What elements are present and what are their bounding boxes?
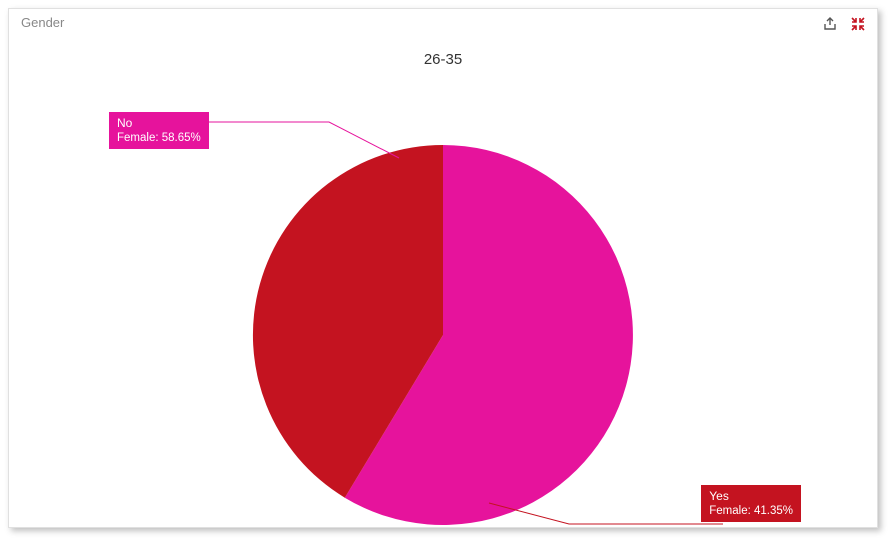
chart-card: Gender 26-35 <box>8 8 878 528</box>
card-header: Gender <box>9 9 877 33</box>
chart-title: 26-35 <box>9 51 877 68</box>
callout-no-value: Female: 58.65% <box>117 131 201 145</box>
callout-yes-value: Female: 41.35% <box>709 504 793 518</box>
collapse-icon[interactable] <box>849 15 867 33</box>
callout-no: No Female: 58.65% <box>109 112 209 149</box>
chart-area: No Female: 58.65% Yes Female: 41.35% <box>9 68 877 528</box>
callout-yes-title: Yes <box>709 489 793 504</box>
leader-yes <box>489 503 723 524</box>
export-icon[interactable] <box>821 15 839 33</box>
callout-no-title: No <box>117 116 201 131</box>
panel-title: Gender <box>21 15 64 30</box>
callout-yes: Yes Female: 41.35% <box>701 485 801 522</box>
leader-no <box>206 122 399 158</box>
header-actions <box>821 15 867 33</box>
